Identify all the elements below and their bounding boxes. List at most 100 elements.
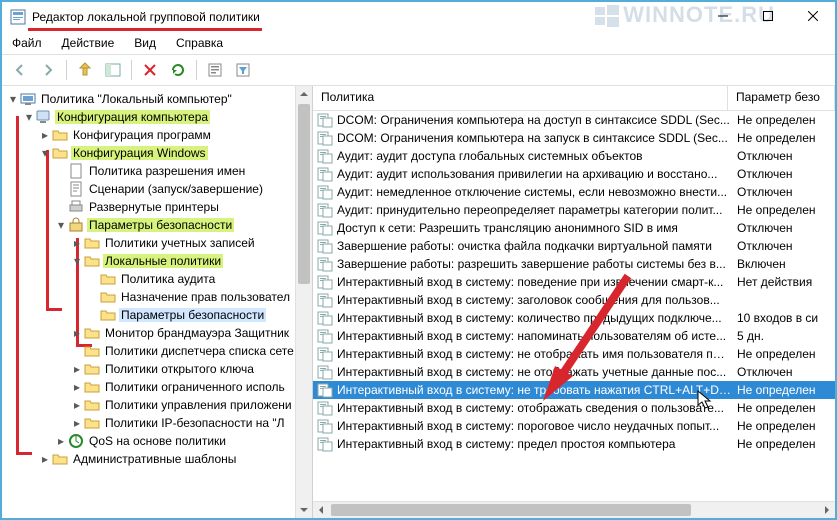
tree-security-settings[interactable]: ▾Параметры безопасности	[54, 216, 296, 234]
column-header-policy[interactable]: Политика	[313, 86, 728, 110]
tree-root[interactable]: ▾ Политика "Локальный компьютер"	[6, 90, 296, 108]
expand-icon[interactable]: ▸	[70, 416, 84, 430]
tree-scripts[interactable]: ▸Сценарии (запуск/завершение)	[54, 180, 296, 198]
tree-ipsec[interactable]: ▸Политики IP-безопасности на "Л	[70, 414, 296, 432]
expand-icon[interactable]: ▸	[38, 128, 52, 142]
scroll-thumb[interactable]	[298, 104, 310, 284]
tree-account-policies[interactable]: ▸Политики учетных записей	[70, 234, 296, 252]
policy-row[interactable]: Аудит: аудит использования привилегии на…	[313, 165, 835, 183]
tree-security-options[interactable]: ▸Параметры безопасности	[86, 306, 296, 324]
expand-icon[interactable]: ▸	[70, 362, 84, 376]
policy-row[interactable]: Завершение работы: разрешить завершение …	[313, 255, 835, 273]
expand-icon[interactable]: ▸	[70, 380, 84, 394]
toolbar-separator	[66, 60, 67, 80]
tree-deployed-printers[interactable]: ▸Развернутые принтеры	[54, 198, 296, 216]
window-title: Редактор локальной групповой политики	[32, 10, 260, 24]
properties-button[interactable]	[203, 58, 227, 82]
maximize-button[interactable]	[745, 2, 790, 30]
tree-public-key[interactable]: ▸Политики открытого ключа	[70, 360, 296, 378]
policy-row[interactable]: Интерактивный вход в систему: не требова…	[313, 381, 835, 399]
scroll-thumb[interactable]	[331, 504, 691, 516]
expand-icon[interactable]: ▸	[70, 398, 84, 412]
policy-row[interactable]: Интерактивный вход в систему: предел про…	[313, 435, 835, 453]
back-button[interactable]	[8, 58, 32, 82]
scroll-right-arrow[interactable]	[819, 502, 835, 518]
policy-tree[interactable]: ▾ Политика "Локальный компьютер" ▾ Конфи…	[6, 90, 296, 514]
policy-list[interactable]: DCOM: Ограничения компьютера на доступ в…	[313, 111, 835, 501]
policy-row[interactable]: Интерактивный вход в систему: заголовок …	[313, 291, 835, 309]
menu-file[interactable]: Файл	[2, 33, 52, 53]
collapse-icon[interactable]: ▾	[54, 218, 68, 232]
tree-windows-settings[interactable]: ▾Конфигурация Windows	[38, 144, 296, 162]
tree-computer-configuration[interactable]: ▾ Конфигурация компьютера	[22, 108, 296, 126]
forward-button[interactable]	[36, 58, 60, 82]
tree-software-settings[interactable]: ▸Конфигурация программ	[38, 126, 296, 144]
policy-row[interactable]: Завершение работы: очистка файла подкачк…	[313, 237, 835, 255]
policy-row[interactable]: DCOM: Ограничения компьютера на запуск в…	[313, 129, 835, 147]
show-hide-tree-button[interactable]	[101, 58, 125, 82]
expand-icon[interactable]: ▸	[70, 236, 84, 250]
refresh-button[interactable]	[166, 58, 190, 82]
tree-software-restriction[interactable]: ▸Политики ограниченного исполь	[70, 378, 296, 396]
menu-action[interactable]: Действие	[52, 33, 125, 53]
tree-user-rights[interactable]: ▸Назначение прав пользовател	[86, 288, 296, 306]
policy-item-icon	[317, 166, 333, 182]
policy-item-icon	[317, 148, 333, 164]
policy-row[interactable]: Интерактивный вход в систему: количество…	[313, 309, 835, 327]
tree-wfas[interactable]: ▸Монитор брандмауэра Защитник	[70, 324, 296, 342]
policy-item-icon	[317, 220, 333, 236]
delete-button[interactable]	[138, 58, 162, 82]
tree-qos[interactable]: ▸QoS на основе политики	[54, 432, 296, 450]
policy-name: Аудит: аудит доступа глобальных системны…	[337, 149, 737, 163]
tree-admin-templates[interactable]: ▸Административные шаблоны	[38, 450, 296, 468]
list-horizontal-scrollbar[interactable]	[313, 501, 835, 518]
scroll-left-arrow[interactable]	[313, 502, 329, 518]
tree-audit-policy[interactable]: ▸Политика аудита	[86, 270, 296, 288]
policy-item-icon	[317, 130, 333, 146]
policy-name: Интерактивный вход в систему: заголовок …	[337, 293, 737, 307]
minimize-button[interactable]	[700, 2, 745, 30]
policy-row[interactable]: DCOM: Ограничения компьютера на доступ в…	[313, 111, 835, 129]
collapse-icon[interactable]: ▾	[38, 146, 52, 160]
policy-row[interactable]: Аудит: принудительно переопределяет пара…	[313, 201, 835, 219]
policy-row[interactable]: Интерактивный вход в систему: поведение …	[313, 273, 835, 291]
scroll-icon	[68, 181, 84, 197]
policy-state: Не определен	[737, 113, 835, 127]
toolbar-separator	[196, 60, 197, 80]
tree-app-control[interactable]: ▸Политики управления приложени	[70, 396, 296, 414]
policy-name: Завершение работы: очистка файла подкачк…	[337, 239, 737, 253]
policy-item-icon	[317, 112, 333, 128]
scroll-down-arrow[interactable]	[296, 502, 312, 518]
menu-help[interactable]: Справка	[166, 33, 233, 53]
tree-nlm[interactable]: ▸Политики диспетчера списка сете	[70, 342, 296, 360]
close-button[interactable]	[790, 2, 835, 30]
policy-row[interactable]: Интерактивный вход в систему: не отображ…	[313, 345, 835, 363]
collapse-icon[interactable]: ▾	[6, 92, 20, 106]
menu-view[interactable]: Вид	[124, 33, 166, 53]
tree-name-resolution-policy[interactable]: ▸Политика разрешения имен	[54, 162, 296, 180]
policy-row[interactable]: Аудит: аудит доступа глобальных системны…	[313, 147, 835, 165]
collapse-icon[interactable]: ▾	[70, 254, 84, 268]
policy-item-icon	[317, 256, 333, 272]
policy-row[interactable]: Доступ к сети: Разрешить трансляцию анон…	[313, 219, 835, 237]
policy-name: Аудит: принудительно переопределяет пара…	[337, 203, 737, 217]
policy-row[interactable]: Аудит: немедленное отключение системы, е…	[313, 183, 835, 201]
tree-vertical-scrollbar[interactable]	[295, 86, 312, 518]
policy-name: Интерактивный вход в систему: не отображ…	[337, 365, 737, 379]
expand-icon[interactable]: ▸	[70, 326, 84, 340]
policy-name: Интерактивный вход в систему: напоминать…	[337, 329, 737, 343]
menu-bar: Файл Действие Вид Справка	[2, 32, 835, 55]
up-button[interactable]	[73, 58, 97, 82]
policy-name: Интерактивный вход в систему: не требова…	[337, 383, 737, 397]
policy-row[interactable]: Интерактивный вход в систему: напоминать…	[313, 327, 835, 345]
policy-row[interactable]: Интерактивный вход в систему: пороговое …	[313, 417, 835, 435]
collapse-icon[interactable]: ▾	[22, 110, 36, 124]
tree-local-policies[interactable]: ▾Локальные политики	[70, 252, 296, 270]
scroll-up-arrow[interactable]	[296, 86, 312, 102]
expand-icon[interactable]: ▸	[38, 452, 52, 466]
policy-row[interactable]: Интерактивный вход в систему: отображать…	[313, 399, 835, 417]
policy-row[interactable]: Интерактивный вход в систему: не отображ…	[313, 363, 835, 381]
column-header-setting[interactable]: Параметр безо	[728, 86, 835, 110]
expand-icon[interactable]: ▸	[54, 434, 68, 448]
filter-button[interactable]	[231, 58, 255, 82]
